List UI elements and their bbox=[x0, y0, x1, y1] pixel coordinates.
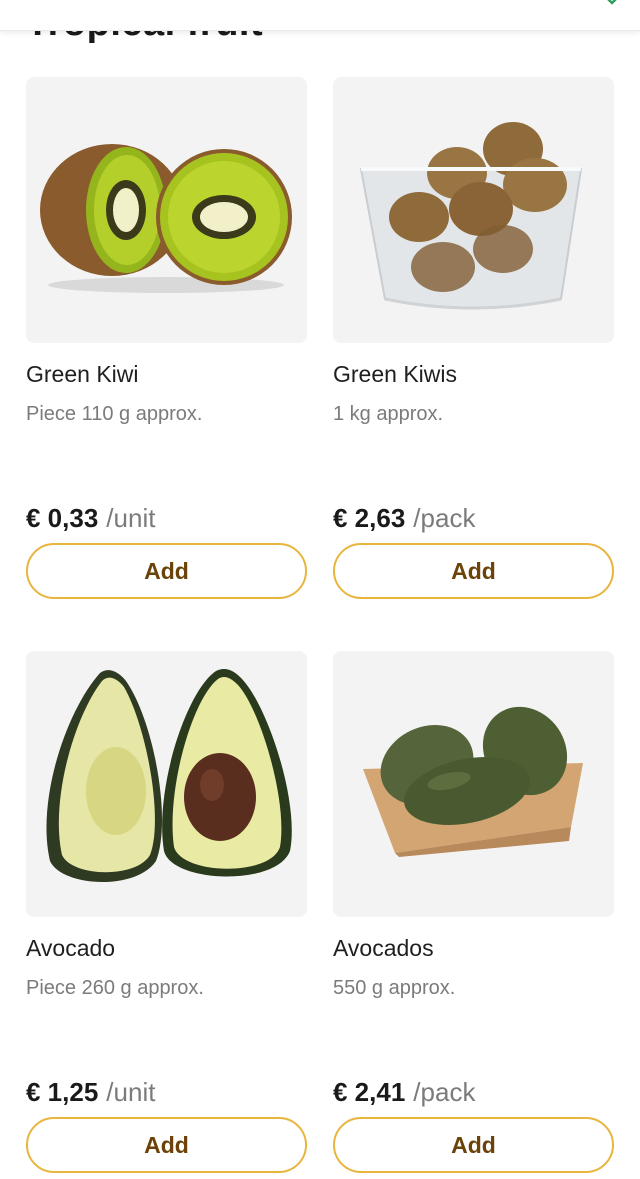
top-bar bbox=[0, 0, 640, 31]
price-line: € 2,63/pack bbox=[333, 503, 475, 534]
price-value: € 1,25 bbox=[26, 1077, 99, 1107]
add-button[interactable]: Add bbox=[26, 1117, 307, 1173]
product-grid: Green Kiwi Piece 110 g approx. € 0,33/un… bbox=[26, 77, 614, 1173]
avocados-tray-image bbox=[363, 706, 583, 857]
kiwi-halves-image bbox=[40, 144, 292, 293]
avocado-halves-image bbox=[46, 669, 292, 883]
product-weight: 1 kg approx. bbox=[333, 403, 444, 425]
product-card[interactable]: Avocados 550 g approx. € 2,41/pack Add bbox=[333, 651, 614, 1173]
price-unit: /pack bbox=[413, 503, 476, 533]
product-card[interactable]: Green Kiwi Piece 110 g approx. € 0,33/un… bbox=[26, 77, 307, 599]
price-unit: /pack bbox=[413, 1077, 476, 1107]
product-card[interactable]: Avocado Piece 260 g approx. € 1,25/unit … bbox=[26, 651, 307, 1173]
price-line: € 2,41/pack bbox=[333, 1077, 475, 1108]
product-weight: Piece 260 g approx. bbox=[26, 977, 204, 999]
add-button[interactable]: Add bbox=[333, 1117, 614, 1173]
product-name[interactable]: Green Kiwi bbox=[26, 361, 138, 388]
product-image[interactable] bbox=[333, 651, 614, 917]
price-line: € 1,25/unit bbox=[26, 1077, 155, 1108]
price-value: € 0,33 bbox=[26, 503, 99, 533]
kiwis-tray-image bbox=[359, 122, 583, 310]
product-weight: Piece 110 g approx. bbox=[26, 403, 203, 425]
product-name[interactable]: Avocado bbox=[26, 935, 115, 962]
product-name[interactable]: Green Kiwis bbox=[333, 361, 457, 388]
price-value: € 2,41 bbox=[333, 1077, 406, 1107]
product-name[interactable]: Avocados bbox=[333, 935, 434, 962]
product-image[interactable] bbox=[26, 651, 307, 917]
price-value: € 2,63 bbox=[333, 503, 406, 533]
price-unit: /unit bbox=[106, 1077, 156, 1107]
price-unit: /unit bbox=[106, 503, 156, 533]
price-line: € 0,33/unit bbox=[26, 503, 155, 534]
add-button[interactable]: Add bbox=[333, 543, 614, 599]
product-image[interactable] bbox=[26, 77, 307, 343]
chevron-icon[interactable] bbox=[604, 0, 620, 8]
product-weight: 550 g approx. bbox=[333, 977, 456, 999]
product-image[interactable] bbox=[333, 77, 614, 343]
add-button[interactable]: Add bbox=[26, 543, 307, 599]
product-card[interactable]: Green Kiwis 1 kg approx. € 2,63/pack Add bbox=[333, 77, 614, 599]
